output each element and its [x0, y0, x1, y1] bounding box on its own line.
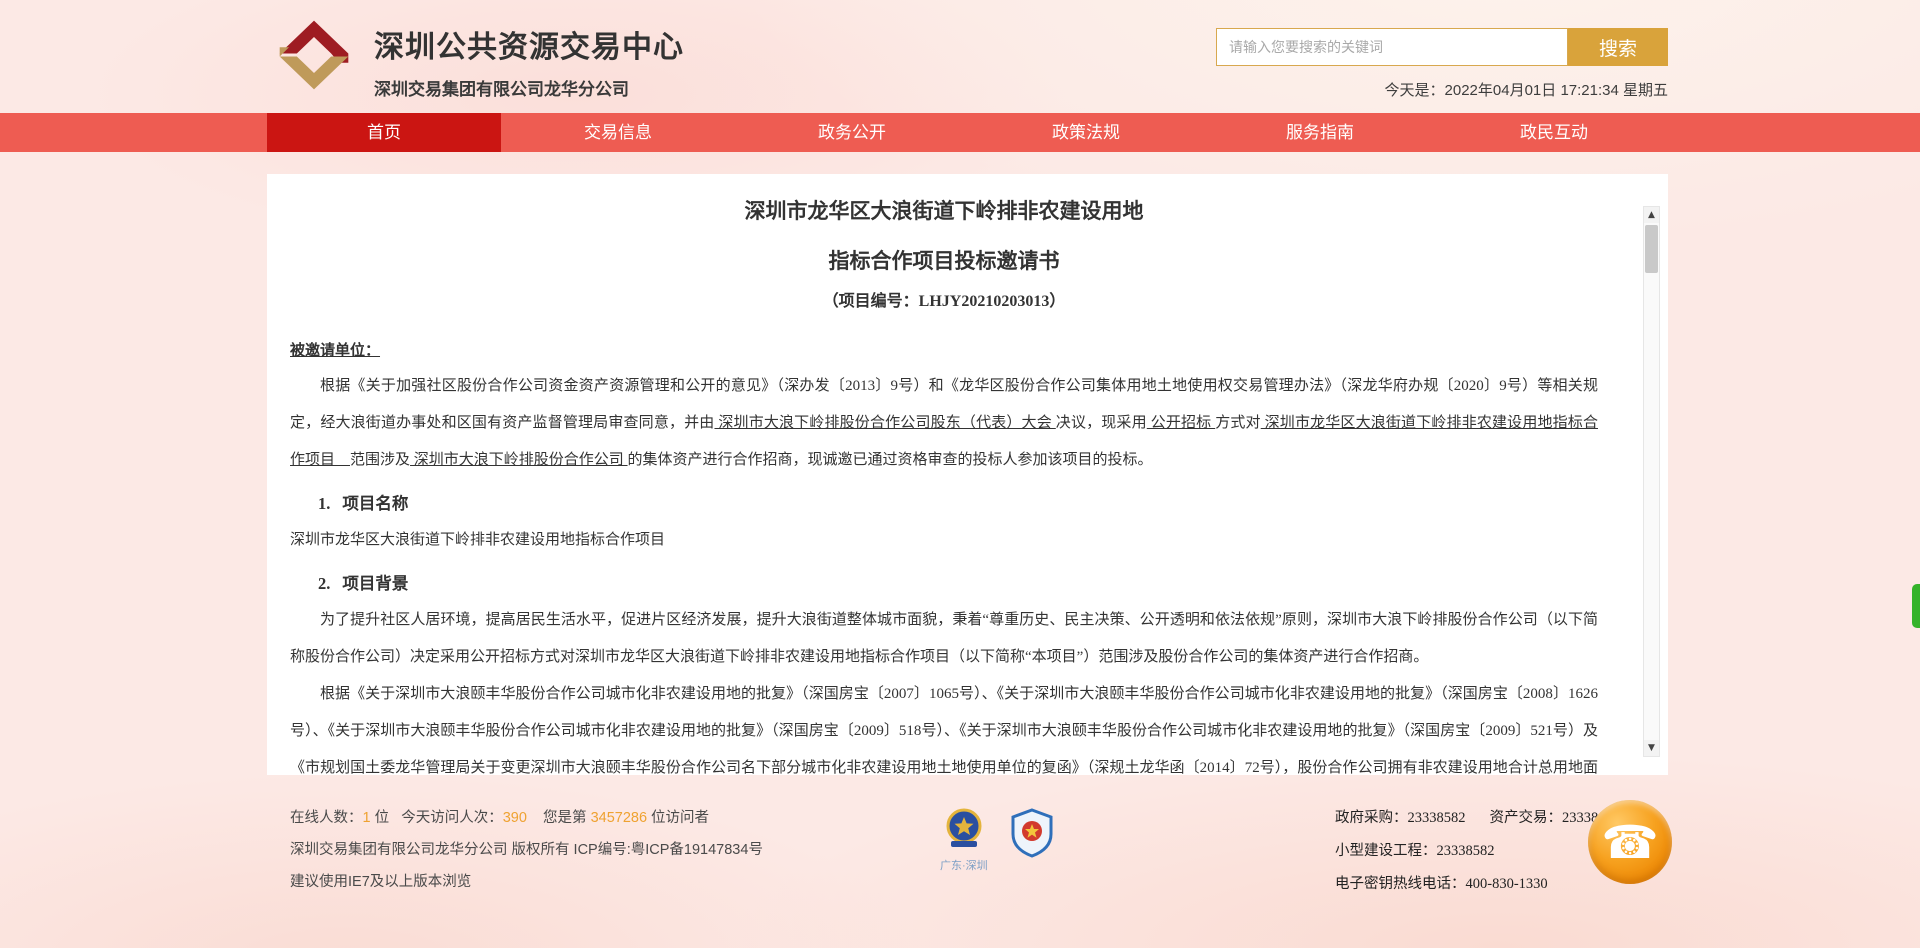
main-nav: 首页 交易信息 政务公开 政策法规 服务指南 政民互动 [0, 113, 1920, 152]
site-subtitle: 深圳交易集团有限公司龙华分公司 [374, 75, 684, 100]
nav-item-trade-info[interactable]: 交易信息 [501, 113, 735, 152]
police-badge-icon [945, 808, 983, 850]
online-count-label: 在线人数： [290, 810, 363, 826]
document-body: 深圳市龙华区大浪街道下岭排非农建设用地 指标合作项目投标邀请书 （项目编号：LH… [267, 174, 1668, 775]
doc-paragraph-intro: 根据《关于加强社区股份合作公司资金资产资源管理和公开的意见》（深办发〔2013〕… [290, 368, 1598, 479]
visitor-number-suffix: 位访问者 [651, 810, 709, 826]
search-button[interactable]: 搜索 [1568, 28, 1668, 66]
browser-tip-line: 建议使用IE7及以上版本浏览 [290, 870, 763, 891]
construction-hotline: 小型建设工程：23338582 [1335, 839, 1620, 860]
today-visits-label: 今天访问人次： [401, 810, 503, 826]
search-box: 搜索 [1216, 28, 1668, 66]
section-2-number: 2. [318, 574, 330, 593]
ekey-hotline: 电子密钥热线电话：400-830-1330 [1335, 872, 1620, 893]
section-2-heading: 2. 项目背景 [318, 565, 1598, 602]
section-2-title: 项目背景 [342, 574, 408, 593]
police-badge-label: 广东·深圳 [940, 857, 988, 873]
page-header: 深圳公共资源交易中心 深圳交易集团有限公司龙华分公司 搜索 今天是：2022年0… [0, 0, 1920, 113]
gov-procurement-hotline: 政府采购：23338582 [1335, 810, 1466, 826]
datetime-text: 今天是：2022年04月01日 17:21:34 星期五 [1385, 79, 1668, 100]
side-widget-handle[interactable] [1912, 584, 1920, 628]
section-2-paragraph-2: 根据《关于深圳市大浪颐丰华股份合作公司城市化非农建设用地的批复》（深国房宝〔20… [290, 676, 1598, 775]
security-shield-icon [1010, 808, 1054, 858]
invitee-label: 被邀请单位： [290, 339, 1598, 360]
visitor-number-prefix: 您是第 [543, 810, 587, 826]
police-badge[interactable]: 广东·深圳 [940, 808, 988, 873]
section-1-heading: 1. 项目名称 [318, 485, 1598, 522]
section-1-number: 1. [318, 494, 330, 513]
scroll-up-button[interactable]: ▲ [1644, 207, 1659, 223]
scroll-down-button[interactable]: ▼ [1644, 740, 1659, 756]
section-1-body: 深圳市龙华区大浪街道下岭排非农建设用地指标合作项目 [290, 522, 1598, 559]
search-input[interactable] [1216, 28, 1568, 66]
section-2-paragraph-1: 为了提升社区人居环境，提高居民生活水平，促进片区经济发展，提升大浪街道整体城市面… [290, 602, 1598, 676]
phone-icon: ☎ [1601, 819, 1658, 865]
nav-item-policies[interactable]: 政策法规 [969, 113, 1203, 152]
site-logo-icon [270, 16, 358, 94]
content-card: 深圳市龙华区大浪街道下岭排非农建设用地 指标合作项目投标邀请书 （项目编号：LH… [267, 174, 1668, 775]
section-1-title: 项目名称 [342, 494, 408, 513]
visitor-stats-line: 在线人数：1 位 今天访问人次：390 您是第 3457286 位访问者 [290, 806, 763, 827]
scrollbar-thumb[interactable] [1645, 225, 1658, 273]
site-title: 深圳公共资源交易中心 [374, 22, 684, 66]
online-count-value: 1 [363, 810, 371, 826]
copyright-line: 深圳交易集团有限公司龙华分公司 版权所有 ICP编号:粤ICP备19147834… [290, 838, 763, 859]
today-visits-value: 390 [503, 810, 527, 826]
doc-title-line2: 指标合作项目投标邀请书 [290, 245, 1598, 275]
project-number: （项目编号：LHJY20210203013） [290, 287, 1598, 311]
nav-item-gov-disclosure[interactable]: 政务公开 [735, 113, 969, 152]
scrollbar-track[interactable]: ▲ ▼ [1643, 206, 1660, 757]
visitor-number-value: 3457286 [591, 810, 647, 826]
nav-item-public-interaction[interactable]: 政民互动 [1437, 113, 1671, 152]
online-count-unit: 位 [375, 810, 390, 826]
nav-item-home[interactable]: 首页 [267, 113, 501, 152]
phone-contact-button[interactable]: ☎ [1588, 800, 1672, 884]
doc-title-line1: 深圳市龙华区大浪街道下岭排非农建设用地 [290, 196, 1598, 226]
nav-item-service-guide[interactable]: 服务指南 [1203, 113, 1437, 152]
security-shield-badge[interactable] [1010, 808, 1054, 873]
hotline-line-1: 政府采购：23338582资产交易：23338432 [1335, 806, 1620, 827]
